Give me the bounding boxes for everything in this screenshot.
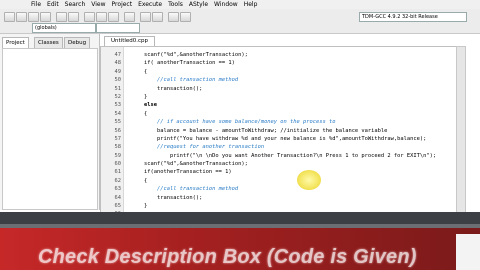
menu-item-astyle[interactable]: AStyle: [186, 0, 211, 9]
code-editor[interactable]: 47 scanf("%d",&anotherTransaction); 48 if…: [100, 46, 458, 216]
code-line[interactable]: 58 //request for another transaction: [101, 143, 457, 151]
code-line[interactable]: 53 else: [101, 101, 457, 109]
line-number: 48: [114, 60, 122, 67]
search-icon[interactable]: [180, 12, 191, 22]
code-line[interactable]: 55 // if account have some balance/money…: [101, 118, 457, 126]
code-text: {: [131, 177, 148, 184]
code-text: else: [131, 102, 157, 109]
code-line[interactable]: 54 {: [101, 110, 457, 118]
mouse-cursor-highlight: [297, 170, 321, 190]
code-line[interactable]: 56 balance = balance - amountToWithdraw;…: [101, 127, 457, 135]
indent-icon[interactable]: [140, 12, 151, 22]
code-line[interactable]: 64 transaction();: [101, 194, 457, 202]
redo-icon[interactable]: [68, 12, 79, 22]
menu-item-view[interactable]: View: [88, 0, 108, 9]
bookmark-icon[interactable]: [168, 12, 179, 22]
code-line[interactable]: 48 if( anotherTransaction == 1): [101, 59, 457, 67]
line-number: 53: [114, 102, 122, 109]
menu-item-help[interactable]: Help: [241, 0, 261, 9]
code-text: //call transaction method: [131, 186, 239, 193]
line-number: 54: [114, 110, 122, 117]
code-text: transaction();: [131, 194, 203, 201]
code-text: if( anotherTransaction == 1): [131, 60, 235, 67]
code-line[interactable]: 57 printf("You have withdraw %d and your…: [101, 135, 457, 143]
project-panel: Project Classes Debug: [0, 34, 100, 210]
code-text: transaction();: [131, 85, 203, 92]
code-line[interactable]: 65 }: [101, 202, 457, 210]
code-line[interactable]: 51 transaction();: [101, 85, 457, 93]
code-text: scanf("%d",&anotherTransaction);: [131, 52, 248, 58]
line-number: 65: [114, 203, 122, 210]
corner-box: [456, 234, 480, 270]
menu-item-tools[interactable]: Tools: [165, 0, 186, 9]
code-text: {: [131, 110, 148, 117]
save-icon[interactable]: [28, 12, 39, 22]
code-text: }: [131, 93, 148, 100]
editor-scrollbar[interactable]: [456, 46, 466, 216]
status-bar: [0, 212, 480, 224]
code-line[interactable]: 50 //call transaction method: [101, 76, 457, 84]
line-number: 61: [114, 169, 122, 176]
compile-run-icon[interactable]: [108, 12, 119, 22]
code-text: balance = balance - amountToWithdraw; //…: [131, 127, 388, 134]
unindent-icon[interactable]: [152, 12, 163, 22]
code-line[interactable]: 60 scanf("%d",&anotherTransaction);: [101, 160, 457, 168]
line-number: 51: [114, 85, 122, 92]
code-line[interactable]: 52 }: [101, 93, 457, 101]
save-all-icon[interactable]: [40, 12, 51, 22]
menu-bar: File Edit Search View Project Execute Tools ASt…: [0, 0, 480, 9]
line-number: 50: [114, 77, 122, 84]
code-text: scanf("%d",&anotherTransaction);: [131, 161, 248, 168]
code-text: //call transaction method: [131, 77, 239, 84]
code-line[interactable]: 49 {: [101, 68, 457, 76]
toolbar: TDM-GCC 4.9.2 32-bit Release (globals): [0, 9, 480, 34]
open-file-icon[interactable]: [16, 12, 27, 22]
code-line[interactable]: 59 printf("\n \nDo you want Another Tran…: [101, 152, 457, 160]
new-file-icon[interactable]: [4, 12, 15, 22]
code-text: //request for another transaction: [131, 144, 265, 151]
menu-item-edit[interactable]: Edit: [44, 0, 62, 9]
line-number: 57: [114, 135, 122, 142]
code-text: // if account have some balance/money on…: [131, 119, 336, 126]
line-number: 63: [114, 186, 122, 193]
code-line[interactable]: 63 //call transaction method: [101, 185, 457, 193]
symbol-select[interactable]: [96, 23, 140, 33]
project-tree[interactable]: [2, 48, 98, 210]
compile-icon[interactable]: [84, 12, 95, 22]
menu-item-execute[interactable]: Execute: [135, 0, 165, 9]
code-text: {: [131, 68, 148, 75]
line-number: 47: [114, 52, 122, 58]
line-number: 62: [114, 177, 122, 184]
globals-select[interactable]: (globals): [32, 23, 96, 33]
undo-icon[interactable]: [56, 12, 67, 22]
compiler-select[interactable]: TDM-GCC 4.9.2 32-bit Release: [359, 12, 467, 22]
line-number: 55: [114, 119, 122, 126]
code-line[interactable]: 47 scanf("%d",&anotherTransaction);: [101, 51, 457, 59]
line-number: 59: [114, 152, 122, 159]
menu-item-search[interactable]: Search: [62, 0, 89, 9]
menu-item-window[interactable]: Window: [211, 0, 241, 9]
line-number: 49: [114, 68, 122, 75]
code-text: printf("You have withdraw %d and your ne…: [131, 135, 427, 142]
line-number: 58: [114, 144, 122, 151]
banner-text: Check Description Box (Code is Given): [38, 246, 417, 268]
line-number: 60: [114, 161, 122, 168]
line-number: 64: [114, 194, 122, 201]
code-line[interactable]: 61 if(anotherTransaction == 1): [101, 168, 457, 176]
code-text: }: [131, 203, 148, 210]
code-line[interactable]: 62 {: [101, 177, 457, 185]
debug-icon[interactable]: [124, 12, 135, 22]
run-icon[interactable]: [96, 12, 107, 22]
line-number: 56: [114, 127, 122, 134]
code-text: if(anotherTransaction == 1): [131, 169, 232, 176]
code-area[interactable]: 47 scanf("%d",&anotherTransaction); 48 if…: [101, 51, 457, 215]
code-text: printf("\n \nDo you want Another Transac…: [131, 152, 437, 159]
menu-item-file[interactable]: File: [28, 0, 44, 9]
line-number: 52: [114, 93, 122, 100]
menu-item-project[interactable]: Project: [109, 0, 136, 9]
